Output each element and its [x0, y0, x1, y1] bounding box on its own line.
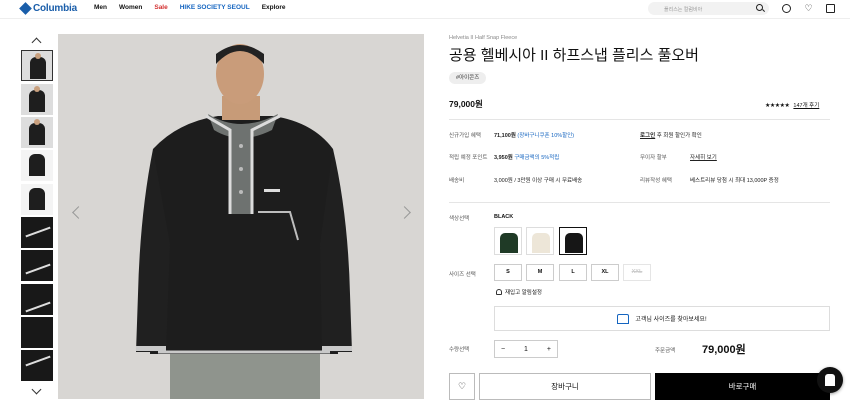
color-swatch-black[interactable] [559, 227, 587, 255]
site-header: Columbia Men Women Sale HIKE SOCIETY SEO… [0, 0, 850, 19]
nav-hike-society[interactable]: HIKE SOCIETY SEOUL [180, 4, 250, 11]
shirt-icon [617, 313, 630, 324]
thumbnail-8[interactable] [21, 284, 53, 315]
color-swatch-cream[interactable] [526, 227, 554, 255]
signup-benefit-value: 71,100원 (장바구니쿠폰 10%할인) [494, 131, 574, 139]
login-suffix: 후 회원 할인가 확인 [655, 133, 702, 139]
main-nav: Men Women Sale HIKE SOCIETY SEOUL Explor… [94, 4, 298, 11]
rating-stars-icon: ★★★★★ [765, 102, 790, 109]
product-subtitle: Helvetia II Half Snap Fleece [449, 35, 518, 41]
logo-text: Columbia [33, 3, 77, 14]
nav-explore[interactable]: Explore [262, 4, 286, 11]
points-note: 구매금액의 5%적립 [514, 155, 560, 161]
columbia-logo[interactable]: Columbia [19, 2, 77, 15]
signup-benefit-label: 신규가입 혜택 [449, 133, 481, 139]
buy-now-button[interactable]: 바로구매 [655, 373, 830, 400]
thumbnail-down-arrow-icon[interactable] [31, 384, 42, 395]
nav-sale[interactable]: Sale [154, 4, 167, 11]
restock-text: 재입고 알림설정 [505, 290, 542, 296]
restock-alert-link[interactable]: 재입고 알림설정 [496, 288, 542, 296]
shipping-label: 배송비 [449, 178, 465, 184]
columbia-logo-icon [19, 2, 32, 15]
heart-icon[interactable]: ♡ [804, 4, 813, 13]
heart-icon: ♡ [457, 381, 467, 391]
nav-women[interactable]: Women [119, 4, 142, 11]
review-count-link[interactable]: 147개 후기 [793, 101, 819, 109]
points-value: 3,950원 구매금액의 5%적립 [494, 153, 559, 161]
product-main-image [58, 34, 424, 399]
size-finder-text: 고객님 사이즈를 찾아보세요! [635, 317, 707, 323]
divider [449, 202, 830, 203]
product-price: 79,000원 [449, 99, 483, 109]
signup-amount: 71,100원 [494, 133, 516, 139]
header-icons: ♡ [782, 4, 835, 13]
thumbnail-10[interactable] [21, 350, 53, 381]
thumbnail-4[interactable] [21, 150, 53, 181]
login-link[interactable]: 로그인 [640, 133, 655, 139]
divider [449, 119, 830, 120]
search-input[interactable]: 플리스는 컬럼비아 [648, 2, 769, 15]
review-benefit-label: 리뷰작성 혜택 [640, 178, 672, 184]
floating-chat-icon[interactable] [817, 367, 843, 393]
user-icon[interactable] [782, 4, 791, 13]
selected-color-name: BLACK [494, 214, 514, 220]
product-rating: ★★★★★ 147개 후기 [765, 101, 819, 110]
nav-men[interactable]: Men [94, 4, 107, 11]
color-label: 색상선택 [449, 216, 470, 222]
thumbnail-7[interactable] [21, 250, 53, 281]
product-photo [58, 34, 424, 399]
add-to-cart-button[interactable]: 장바구니 [479, 373, 651, 400]
thumbnail-1[interactable] [21, 50, 53, 81]
bell-icon [496, 289, 502, 295]
size-finder-button[interactable]: 고객님 사이즈를 찾아보세요! [494, 306, 830, 331]
search-icon[interactable] [756, 4, 763, 11]
thumbnail-9[interactable] [21, 317, 53, 348]
size-button-m[interactable]: M [526, 264, 554, 281]
quantity-stepper: − 1 + [494, 340, 558, 358]
thumbnail-2[interactable] [21, 84, 53, 115]
signup-note: (장바구니쿠폰 10%할인) [517, 133, 575, 139]
quantity-minus-button[interactable]: − [501, 346, 505, 353]
size-button-l[interactable]: L [559, 264, 587, 281]
installment-link[interactable]: 자세히 보기 [690, 153, 717, 161]
product-title: 공용 헬베시아 II 하프스냅 플리스 풀오버 [449, 47, 699, 64]
search-placeholder: 플리스는 컬럼비아 [664, 7, 703, 13]
order-total: 79,000원 [702, 344, 746, 356]
shipping-value: 3,000원 / 3만원 이상 구매 시 무료배송 [494, 178, 583, 184]
login-benefit: 로그인 후 회원 할인가 확인 [640, 131, 702, 139]
points-label: 적립 예정 포인트 [449, 155, 488, 161]
quantity-value[interactable]: 1 [524, 346, 528, 353]
size-button-s[interactable]: S [494, 264, 522, 281]
thumbnail-up-arrow-icon[interactable] [31, 37, 42, 48]
size-label: 사이즈 선택 [449, 272, 476, 278]
thumbnail-5[interactable] [21, 184, 53, 215]
size-button-xl[interactable]: XL [591, 264, 619, 281]
product-tag[interactable]: #아이콘즈 [449, 72, 487, 84]
size-button-xxl: XXL [623, 264, 651, 281]
quantity-label: 수량선택 [449, 347, 470, 353]
thumbnail-3[interactable] [21, 117, 53, 148]
wishlist-button[interactable]: ♡ [449, 373, 475, 400]
installment-label: 무이자 할부 [640, 155, 667, 161]
review-benefit-value: 베스트리뷰 당첨 시 최대 13,000P 증정 [690, 178, 779, 184]
order-total-label: 주문금액 [655, 348, 676, 354]
color-swatch-dark-green[interactable] [494, 227, 522, 255]
thumbnail-6[interactable] [21, 217, 53, 248]
quantity-plus-button[interactable]: + [547, 346, 551, 353]
shopping-bag-icon[interactable] [826, 4, 835, 13]
points-amount: 3,950원 [494, 155, 513, 161]
